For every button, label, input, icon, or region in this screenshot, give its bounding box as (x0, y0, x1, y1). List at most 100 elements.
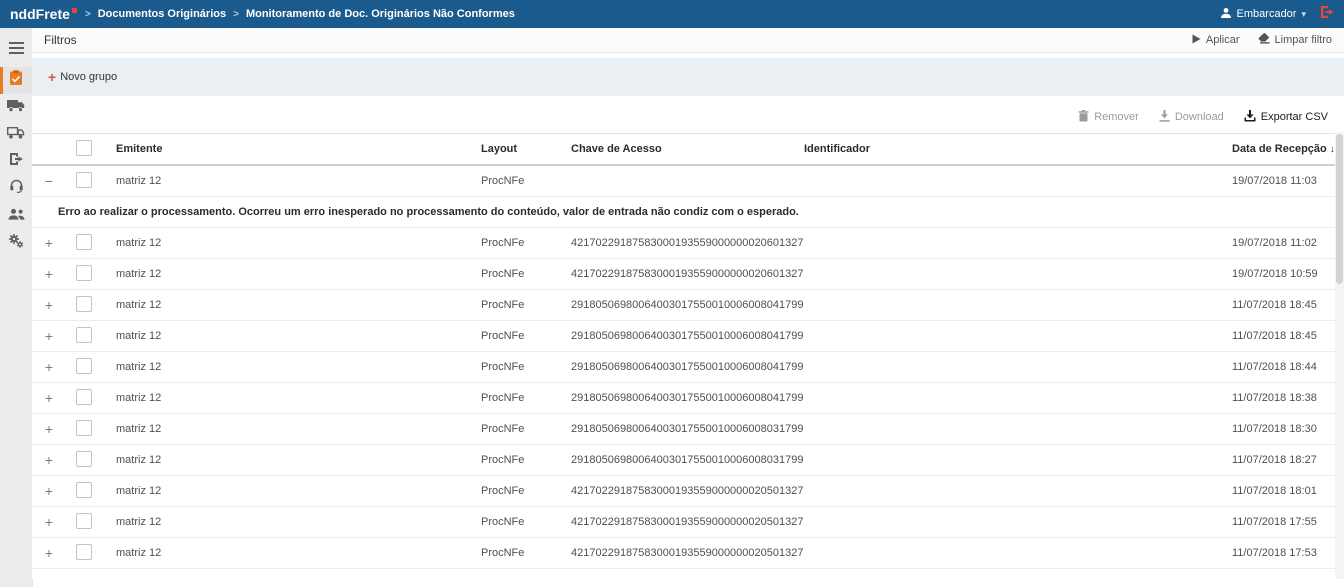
topbar: nddFrete > Documentos Originários > Moni… (0, 0, 1344, 28)
row-checkbox[interactable] (76, 544, 92, 560)
table-row[interactable]: + matriz 12 ProcNFe 29180506980064003017… (32, 383, 1344, 414)
settings-gears-icon (8, 233, 24, 253)
cell-layout: ProcNFe (481, 485, 571, 497)
table-row[interactable]: − matriz 12 ProcNFe 19/07/2018 11:03 (32, 166, 1344, 197)
sidebar-item-monitoramento[interactable] (0, 67, 32, 94)
cell-data-recepcao: 11/07/2018 18:38 (1232, 392, 1344, 404)
column-header-layout[interactable]: Layout (481, 143, 571, 155)
sidebar-item-configuracoes[interactable] (0, 229, 32, 256)
apply-filter-button[interactable]: Aplicar (1192, 34, 1240, 47)
expand-row-button[interactable]: + (42, 267, 56, 281)
cell-chave-de-acesso: 2918050698006400301755001000600804179980… (571, 361, 804, 373)
expand-row-button[interactable]: + (42, 453, 56, 467)
app-logo[interactable]: nddFrete (0, 6, 81, 22)
row-checkbox[interactable] (76, 265, 92, 281)
table-body: − matriz 12 ProcNFe 19/07/2018 11:03 Err… (32, 166, 1344, 569)
breadcrumb-item-documentos-originarios[interactable]: Documentos Originários (98, 8, 226, 20)
cell-chave-de-acesso: 4217022918758300019355900000002050132788… (571, 547, 804, 559)
topbar-right: Embarcador ▾ (1220, 5, 1344, 24)
select-all-checkbox[interactable] (76, 140, 92, 156)
expand-row-button[interactable]: + (42, 391, 56, 405)
cell-chave-de-acesso: 2918050698006400301755001000600804179980… (571, 392, 804, 404)
cell-emitente: matriz 12 (116, 268, 481, 280)
column-header-emitente[interactable]: Emitente (116, 143, 481, 155)
cell-chave-de-acesso: 4217022918758300019355900000002060132788… (571, 237, 804, 249)
breadcrumb-item-monitoramento[interactable]: Monitoramento de Doc. Originários Não Co… (246, 8, 515, 20)
expand-row-button[interactable]: + (42, 236, 56, 250)
cell-layout: ProcNFe (481, 268, 571, 280)
user-menu[interactable]: Embarcador ▾ (1220, 7, 1306, 22)
column-header-data-recepcao[interactable]: Data de Recepção↓ (1232, 143, 1344, 155)
cell-chave-de-acesso: 4217022918758300019355900000002050132788… (571, 485, 804, 497)
row-checkbox[interactable] (76, 172, 92, 188)
table-row[interactable]: + matriz 12 ProcNFe 42170229187583000193… (32, 507, 1344, 538)
row-checkbox[interactable] (76, 513, 92, 529)
row-error-message: Erro ao realizar o processamento. Ocorre… (32, 197, 1344, 228)
row-checkbox[interactable] (76, 389, 92, 405)
cell-chave-de-acesso: 4217022918758300019355900000002050132788… (571, 516, 804, 528)
header-checkbox-cell (76, 140, 116, 159)
logout-button[interactable] (1320, 5, 1334, 24)
remove-button[interactable]: Remover (1078, 110, 1139, 125)
plus-icon: + (48, 72, 56, 82)
sidebar-item-suporte[interactable] (0, 175, 32, 202)
download-button[interactable]: Download (1159, 110, 1224, 125)
expand-row-button[interactable]: + (42, 360, 56, 374)
expand-row-button[interactable]: + (42, 298, 56, 312)
table-row[interactable]: + matriz 12 ProcNFe 42170229187583000193… (32, 538, 1344, 569)
remove-label: Remover (1094, 111, 1139, 123)
column-header-chave-de-acesso[interactable]: Chave de Acesso (571, 143, 804, 155)
clear-filter-button[interactable]: Limpar filtro (1258, 33, 1332, 47)
cell-layout: ProcNFe (481, 516, 571, 528)
row-checkbox[interactable] (76, 482, 92, 498)
column-header-identificador[interactable]: Identificador (804, 143, 1232, 155)
users-icon (8, 207, 25, 225)
cell-emitente: matriz 12 (116, 237, 481, 249)
sidebar-item-transportes[interactable] (0, 94, 32, 121)
row-checkbox[interactable] (76, 420, 92, 436)
expand-row-button[interactable]: + (42, 484, 56, 498)
user-icon (1220, 7, 1232, 22)
cell-chave-de-acesso: 4217022918758300019355900000002060132788… (571, 268, 804, 280)
new-group-button[interactable]: + Novo grupo (42, 67, 123, 87)
cell-layout: ProcNFe (481, 392, 571, 404)
table-row[interactable]: + matriz 12 ProcNFe 29180506980064003017… (32, 321, 1344, 352)
vertical-scrollbar[interactable] (1335, 132, 1344, 579)
cell-data-recepcao: 11/07/2018 18:44 (1232, 361, 1344, 373)
logo-accent-square-icon (72, 8, 77, 13)
expand-row-button[interactable]: − (42, 174, 56, 188)
cell-emitente: matriz 12 (116, 454, 481, 466)
table-row[interactable]: + matriz 12 ProcNFe 42170229187583000193… (32, 476, 1344, 507)
cell-data-recepcao: 11/07/2018 18:27 (1232, 454, 1344, 466)
cell-emitente: matriz 12 (116, 330, 481, 342)
row-checkbox[interactable] (76, 234, 92, 250)
expand-row-button[interactable]: + (42, 329, 56, 343)
table-row[interactable]: + matriz 12 ProcNFe 29180506980064003017… (32, 290, 1344, 321)
play-icon (1192, 34, 1201, 47)
table-row[interactable]: + matriz 12 ProcNFe 42170229187583000193… (32, 228, 1344, 259)
row-checkbox[interactable] (76, 327, 92, 343)
expand-row-button[interactable]: + (42, 422, 56, 436)
table-row[interactable]: + matriz 12 ProcNFe 29180506980064003017… (32, 414, 1344, 445)
sidebar-menu-toggle[interactable] (0, 36, 32, 63)
row-checkbox[interactable] (76, 451, 92, 467)
cell-chave-de-acesso: 2918050698006400301755001000600804179980… (571, 330, 804, 342)
cell-data-recepcao: 19/07/2018 11:02 (1232, 237, 1344, 249)
row-checkbox[interactable] (76, 358, 92, 374)
table-row[interactable]: + matriz 12 ProcNFe 29180506980064003017… (32, 445, 1344, 476)
filters-bar: Filtros Aplicar Limpar filtro (32, 28, 1344, 53)
export-csv-icon (1244, 110, 1256, 125)
scrollbar-thumb[interactable] (1336, 134, 1343, 284)
export-csv-button[interactable]: Exportar CSV (1244, 110, 1328, 125)
table-toolbar: Remover Download Exportar CSV (32, 101, 1344, 133)
expand-row-button[interactable]: + (42, 546, 56, 560)
sidebar-item-entregas[interactable] (0, 121, 32, 148)
row-checkbox[interactable] (76, 296, 92, 312)
expand-row-button[interactable]: + (42, 515, 56, 529)
sidebar-item-usuarios[interactable] (0, 202, 32, 229)
table-row[interactable]: + matriz 12 ProcNFe 29180506980064003017… (32, 352, 1344, 383)
sidebar-item-exportacao[interactable] (0, 148, 32, 175)
table-row[interactable]: + matriz 12 ProcNFe 42170229187583000193… (32, 259, 1344, 290)
table-header-row: Emitente Layout Chave de Acesso Identifi… (32, 133, 1344, 166)
delivery-truck-icon (7, 126, 25, 144)
